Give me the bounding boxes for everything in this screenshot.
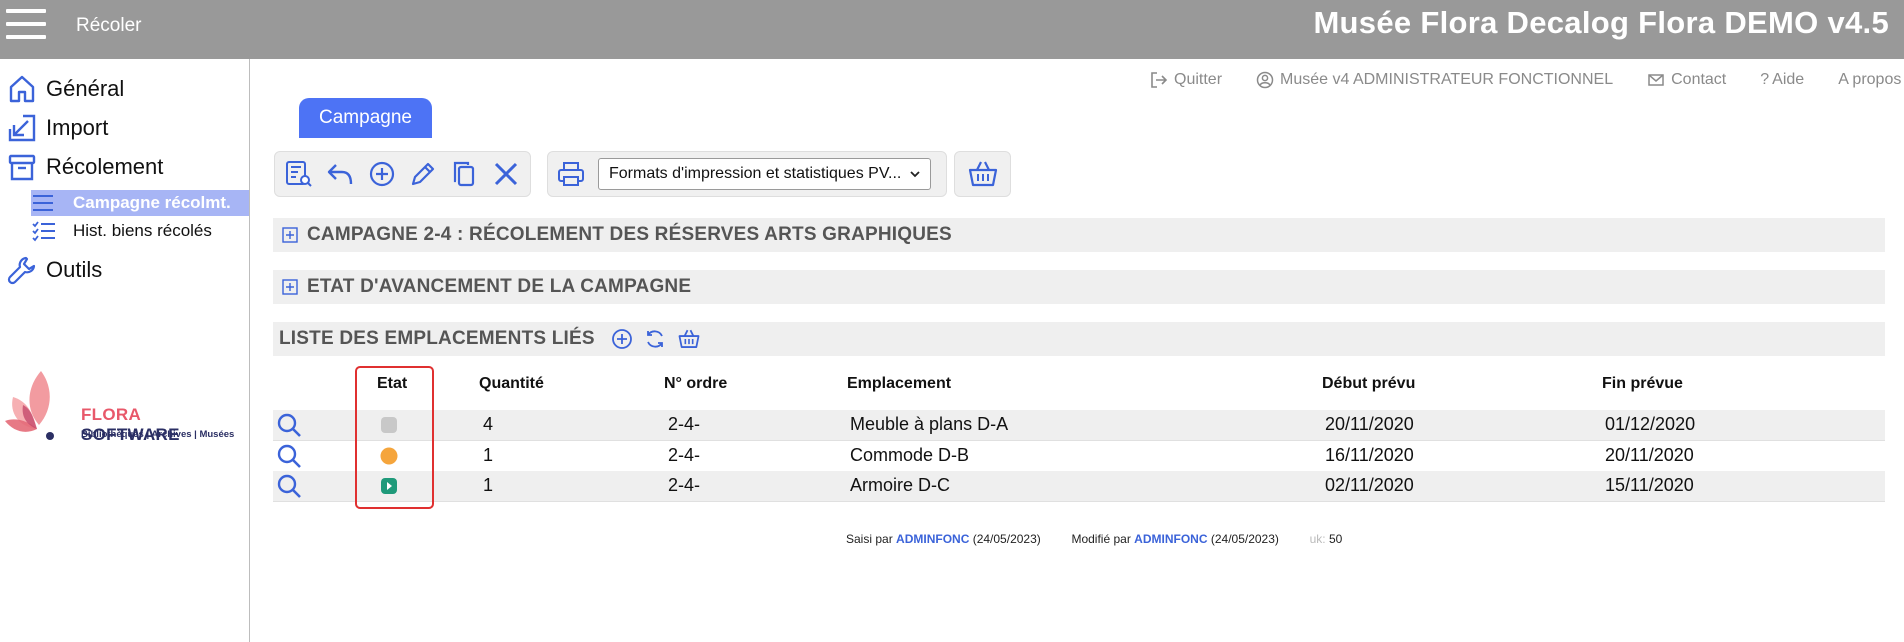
- section-title: LISTE DES EMPLACEMENTS LIÉS: [279, 328, 595, 349]
- table-row[interactable]: 1 2-4- Commode D-B 16/11/2020 20/11/2020: [273, 441, 1885, 471]
- section-title: CAMPAGNE 2-4 : RÉCOLEMENT DES RÉSERVES A…: [307, 224, 952, 245]
- delete-button[interactable]: [488, 155, 524, 193]
- col-header-ordre[interactable]: N° ordre: [664, 375, 727, 393]
- logout-icon: [1151, 72, 1168, 88]
- list-search-icon: [286, 161, 312, 187]
- row-divider: [273, 501, 1885, 502]
- section-emplacements: LISTE DES EMPLACEMENTS LIÉS: [273, 322, 1885, 356]
- sidebar-item-label: Outils: [46, 257, 103, 282]
- sidebar-item-outils[interactable]: Outils: [0, 253, 102, 287]
- sidebar-item-label: Général: [46, 76, 125, 101]
- magnifier-icon[interactable]: [276, 443, 302, 469]
- wrench-icon: [7, 256, 36, 285]
- magnifier-icon[interactable]: [276, 412, 302, 438]
- basket-icon: [968, 161, 997, 187]
- basket-icon[interactable]: [677, 328, 701, 350]
- print-button[interactable]: [552, 155, 590, 193]
- refresh-icon[interactable]: [644, 328, 666, 350]
- about-link[interactable]: A propos: [1838, 71, 1901, 89]
- pencil-icon: [412, 162, 435, 186]
- expand-plus-icon[interactable]: [282, 227, 298, 243]
- printer-icon: [558, 162, 584, 186]
- sidebar-subitem-label: Campagne récolmt.: [73, 193, 231, 212]
- app-title: Musée Flora Decalog Flora DEMO v4.5: [1313, 5, 1889, 40]
- home-icon: [9, 75, 35, 103]
- undo-button[interactable]: [322, 155, 358, 193]
- tab-campagne[interactable]: Campagne: [299, 98, 432, 138]
- plus-circle-icon[interactable]: [611, 328, 633, 350]
- section-title: ETAT D'AVANCEMENT DE LA CAMPAGNE: [307, 276, 692, 297]
- user-circle-icon: [1256, 71, 1274, 89]
- col-header-debut[interactable]: Début prévu: [1322, 375, 1415, 393]
- toolbar-print-group: Formats d'impression et statistiques PV.…: [547, 151, 947, 197]
- copy-icon: [454, 161, 475, 187]
- contact-link[interactable]: Contact: [1647, 71, 1726, 89]
- print-format-select[interactable]: Formats d'impression et statistiques PV.…: [598, 158, 931, 190]
- table-row[interactable]: 1 2-4- Armoire D-C 02/11/2020 15/11/2020: [273, 471, 1885, 501]
- col-header-emplacement[interactable]: Emplacement: [847, 375, 951, 393]
- sidebar: Général Import Récolement Campagne récol…: [0, 59, 250, 642]
- app-name: Récoler: [76, 15, 142, 36]
- question-mark-icon: ?: [1760, 71, 1770, 88]
- section-campagne[interactable]: CAMPAGNE 2-4 : RÉCOLEMENT DES RÉSERVES A…: [273, 218, 1885, 252]
- col-header-quantite[interactable]: Quantité: [479, 375, 544, 393]
- sidebar-subitem-campagne[interactable]: Campagne récolmt.: [31, 190, 249, 216]
- app-header: Récoler Musée Flora Decalog Flora DEMO v…: [0, 0, 1904, 59]
- sidebar-subitem-historique[interactable]: Hist. biens récolés: [31, 218, 249, 244]
- sidebar-item-label: Récolement: [46, 154, 164, 179]
- toolbar-edit-group: [274, 151, 531, 197]
- quit-link[interactable]: Quitter: [1150, 71, 1222, 89]
- table-row[interactable]: 4 2-4- Meuble à plans D-A 20/11/2020 01/…: [273, 410, 1885, 440]
- import-arrow-icon: [8, 114, 36, 142]
- saisi-user-link[interactable]: ADMINFONC: [896, 532, 969, 546]
- sidebar-item-general[interactable]: Général: [0, 72, 124, 106]
- top-navigation: Quitter Musée v4 ADMINISTRATEUR FONCTION…: [1150, 68, 1901, 92]
- view-list-button[interactable]: [281, 155, 317, 193]
- col-header-fin[interactable]: Fin prévue: [1602, 375, 1683, 393]
- flora-logo-petal-icon: [5, 371, 54, 440]
- sidebar-item-recolement[interactable]: Récolement: [0, 150, 163, 184]
- hamburger-menu-icon[interactable]: [6, 9, 46, 41]
- chevron-down-icon: [910, 171, 920, 178]
- checklist-icon: [32, 221, 55, 242]
- basket-button[interactable]: [964, 155, 1002, 193]
- etat-column-highlight: [355, 366, 434, 509]
- logo-tagline: Bibliothèques | Archives | Musées: [81, 429, 235, 440]
- flora-software-logo: FLORA SOFTWARE Bibliothèques | Archives …: [3, 369, 243, 451]
- archive-box-icon: [8, 154, 36, 181]
- envelope-icon: [1648, 74, 1664, 86]
- edit-button[interactable]: [405, 155, 441, 193]
- add-button[interactable]: [364, 155, 400, 193]
- plus-circle-icon: [369, 161, 394, 187]
- close-x-icon: [494, 162, 517, 186]
- section-avancement[interactable]: ETAT D'AVANCEMENT DE LA CAMPAGNE: [273, 270, 1885, 304]
- sidebar-item-label: Import: [46, 115, 109, 140]
- expand-plus-icon[interactable]: [282, 279, 298, 295]
- undo-arrow-icon: [328, 164, 353, 185]
- duplicate-button[interactable]: [446, 155, 482, 193]
- sidebar-item-import[interactable]: Import: [0, 111, 108, 145]
- modif-user-link[interactable]: ADMINFONC: [1134, 532, 1207, 546]
- sidebar-subitem-label: Hist. biens récolés: [73, 221, 212, 240]
- help-link[interactable]: ? Aide: [1760, 71, 1804, 89]
- record-footer: Saisi par ADMINFONC (24/05/2023) Modifié…: [846, 532, 1343, 546]
- toolbar-basket-group: [954, 151, 1011, 197]
- user-link[interactable]: Musée v4 ADMINISTRATEUR FONCTIONNEL: [1256, 71, 1613, 89]
- magnifier-icon[interactable]: [276, 473, 302, 499]
- list-lines-icon: [33, 195, 53, 211]
